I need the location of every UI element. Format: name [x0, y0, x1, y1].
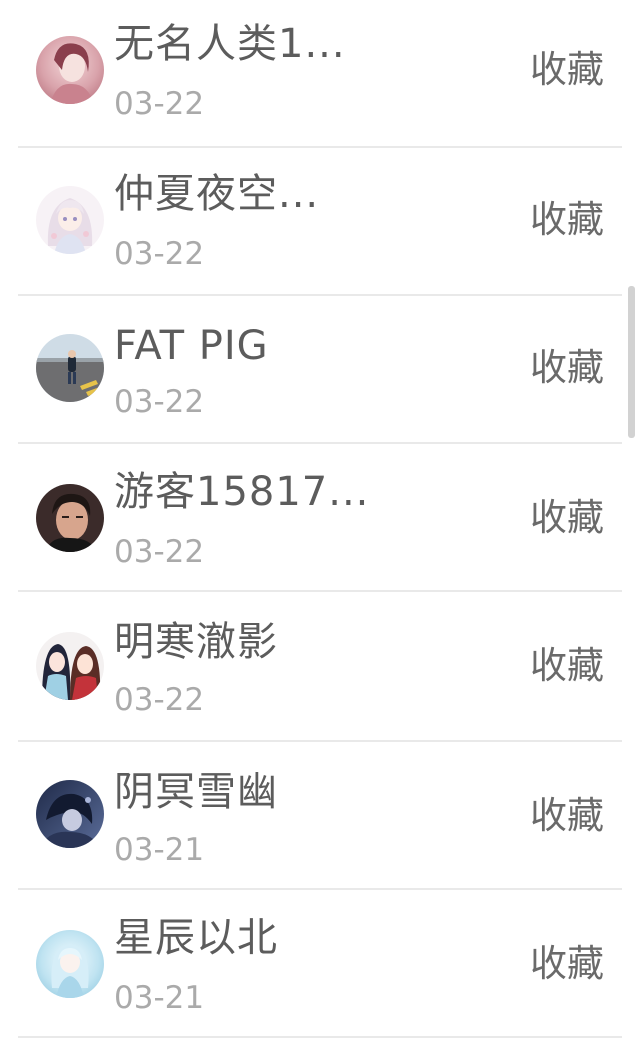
- collect-date: 03-22: [114, 86, 205, 122]
- avatar[interactable]: [36, 334, 104, 402]
- collect-button[interactable]: 收藏: [530, 48, 604, 92]
- list-item[interactable]: 无名人类1... 03-22 收藏: [0, 0, 640, 148]
- user-name: 阴冥雪幽: [114, 769, 278, 815]
- collect-date: 03-21: [114, 832, 205, 868]
- collect-button[interactable]: 收藏: [530, 942, 604, 986]
- collect-date: 03-22: [114, 534, 205, 570]
- collect-button[interactable]: 收藏: [530, 346, 604, 390]
- avatar[interactable]: [36, 484, 104, 552]
- list-item[interactable]: 星辰以北 03-21 收藏: [0, 890, 640, 1038]
- avatar[interactable]: [36, 632, 104, 700]
- collect-button[interactable]: 收藏: [530, 198, 604, 242]
- avatar[interactable]: [36, 36, 104, 104]
- avatar[interactable]: [36, 780, 104, 848]
- collect-button[interactable]: 收藏: [530, 794, 604, 838]
- scrollbar[interactable]: [628, 286, 635, 438]
- collect-button[interactable]: 收藏: [530, 496, 604, 540]
- collect-date: 03-22: [114, 236, 205, 272]
- user-name: 星辰以北: [114, 915, 278, 961]
- avatar[interactable]: [36, 186, 104, 254]
- user-name: FAT PIG: [114, 323, 269, 369]
- collect-button[interactable]: 收藏: [530, 644, 604, 688]
- user-name: 无名人类1...: [114, 21, 346, 67]
- collect-date: 03-22: [114, 682, 205, 718]
- list-item[interactable]: 明寒澈影 03-22 收藏: [0, 594, 640, 742]
- divider: [18, 1036, 622, 1038]
- list-item[interactable]: FAT PIG 03-22 收藏: [0, 296, 640, 444]
- collect-date: 03-21: [114, 980, 205, 1016]
- user-name: 仲夏夜空...: [114, 171, 320, 217]
- collect-date: 03-22: [114, 384, 205, 420]
- user-name: 明寒澈影: [114, 619, 278, 665]
- user-name: 游客15817...: [114, 469, 370, 515]
- list-item[interactable]: 阴冥雪幽 03-21 收藏: [0, 742, 640, 890]
- divider: [18, 590, 622, 592]
- list-item[interactable]: 游客15817... 03-22 收藏: [0, 444, 640, 592]
- list-item[interactable]: 仲夏夜空... 03-22 收藏: [0, 148, 640, 296]
- avatar[interactable]: [36, 930, 104, 998]
